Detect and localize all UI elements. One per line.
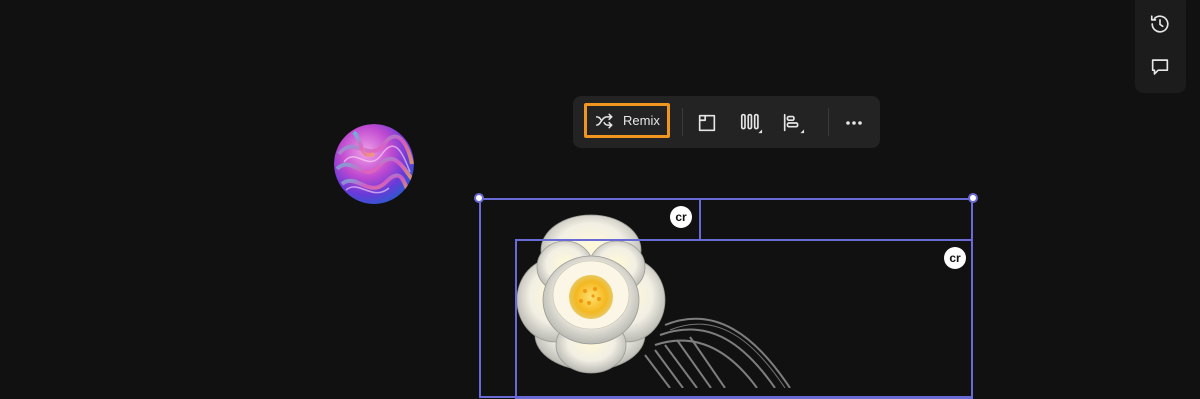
comment-button[interactable] (1147, 54, 1173, 80)
comment-icon (1151, 59, 1169, 75)
more-options-button[interactable] (841, 110, 867, 136)
frame-crop-icon (698, 114, 716, 132)
alignment-guide (699, 198, 701, 240)
selection-frame-inner[interactable] (515, 239, 973, 399)
remix-shuffle-icon (595, 113, 613, 128)
distribute-button[interactable] (738, 110, 764, 136)
more-options-icon (846, 121, 862, 125)
history-button[interactable] (1147, 11, 1173, 37)
align-left-icon (783, 113, 805, 134)
distribute-columns-icon (740, 113, 763, 134)
toolbar-divider (828, 108, 829, 136)
remix-button[interactable]: Remix (584, 103, 670, 138)
context-toolbar: Remix (573, 96, 880, 148)
resize-handle-top-left[interactable] (474, 193, 484, 203)
side-panel (1135, 0, 1186, 93)
frame-button[interactable] (694, 110, 720, 136)
content-credentials-badge[interactable]: cr (944, 247, 966, 269)
history-icon (1150, 15, 1169, 33)
resize-handle-top-right[interactable] (968, 193, 978, 203)
toolbar-divider (682, 108, 683, 136)
content-credentials-badge[interactable]: cr (670, 206, 692, 228)
design-canvas[interactable]: Remix cr cr (0, 0, 1200, 399)
remix-label: Remix (623, 113, 660, 128)
iridescent-sphere-image[interactable] (334, 124, 414, 204)
align-button[interactable] (780, 110, 806, 136)
